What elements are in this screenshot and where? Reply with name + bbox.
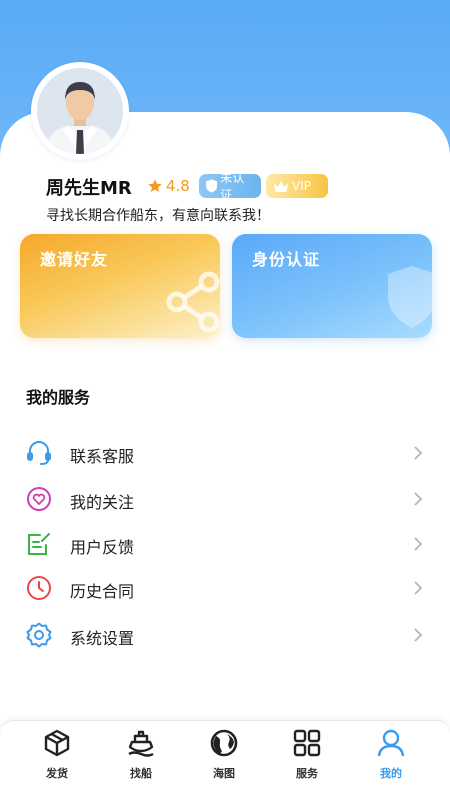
menu-item-user-feedback[interactable]: 用户反馈 [0,522,450,566]
user-name: 周先生MR [46,178,132,199]
chevron-right-icon [414,628,423,642]
tab-label: 服务 [296,767,318,780]
ship-icon [128,730,154,757]
package-icon [44,729,70,757]
globe-icon [210,729,238,757]
user-bio: 寻找长期合作船东，有意向联系我！ [46,208,270,224]
tab-label: 我的 [380,767,402,780]
tab-services[interactable]: 服务 [262,721,352,801]
feedback-icon [28,533,50,555]
invite-friends-label: 邀请好友 [40,250,109,269]
chevron-right-icon [414,537,423,551]
headset-icon [27,441,51,465]
certification-badge[interactable]: 未认证 [199,171,261,202]
menu-item-label: 用户反馈 [70,538,135,557]
tab-mine[interactable]: 我的 [346,721,436,801]
menu-item-label: 系统设置 [70,629,135,648]
rating: 4.8 [147,177,190,195]
menu-item-my-follows[interactable]: 我的关注 [0,477,450,521]
rating-value: 4.8 [166,177,190,195]
invite-friends-card[interactable]: 邀请好友 [20,234,220,338]
user-icon [377,729,405,757]
identity-verify-card[interactable]: 身份认证 [232,234,432,338]
certification-badge-label: 未认证 [220,171,245,202]
menu-item-contact-service[interactable]: 联系客服 [0,431,450,475]
chevron-right-icon [414,446,423,460]
menu-item-label: 我的关注 [70,493,135,512]
avatar[interactable] [31,62,129,160]
crown-icon [274,180,288,192]
menu-item-system-settings[interactable]: 系统设置 [0,613,450,657]
avatar-person-icon [37,68,123,154]
heart-icon [27,487,51,511]
grid-icon [293,729,321,757]
star-icon [148,179,162,192]
tab-label: 海图 [213,767,235,780]
vip-badge[interactable]: VIP [266,174,328,198]
chevron-right-icon [414,492,423,506]
tab-label: 发货 [46,767,68,780]
gear-icon [26,622,52,648]
menu-item-history-contracts[interactable]: 历史合同 [0,566,450,610]
bottom-tab-bar: 发货 找船 海图 服务 我的 [0,720,450,801]
services-title: 我的服务 [26,388,91,407]
chevron-right-icon [414,581,423,595]
vip-badge-label: VIP [292,179,311,193]
tab-sea-chart[interactable]: 海图 [179,721,269,801]
menu-item-label: 联系客服 [70,447,135,466]
tab-label: 找船 [130,767,152,780]
tab-find-ship[interactable]: 找船 [96,721,186,801]
menu-item-label: 历史合同 [70,582,135,601]
tab-ship-cargo[interactable]: 发货 [12,721,102,801]
share-icon [166,271,220,333]
identity-verify-label: 身份认证 [252,250,321,269]
shield-icon [388,266,432,328]
clock-icon [27,576,51,600]
shield-icon [206,179,218,193]
